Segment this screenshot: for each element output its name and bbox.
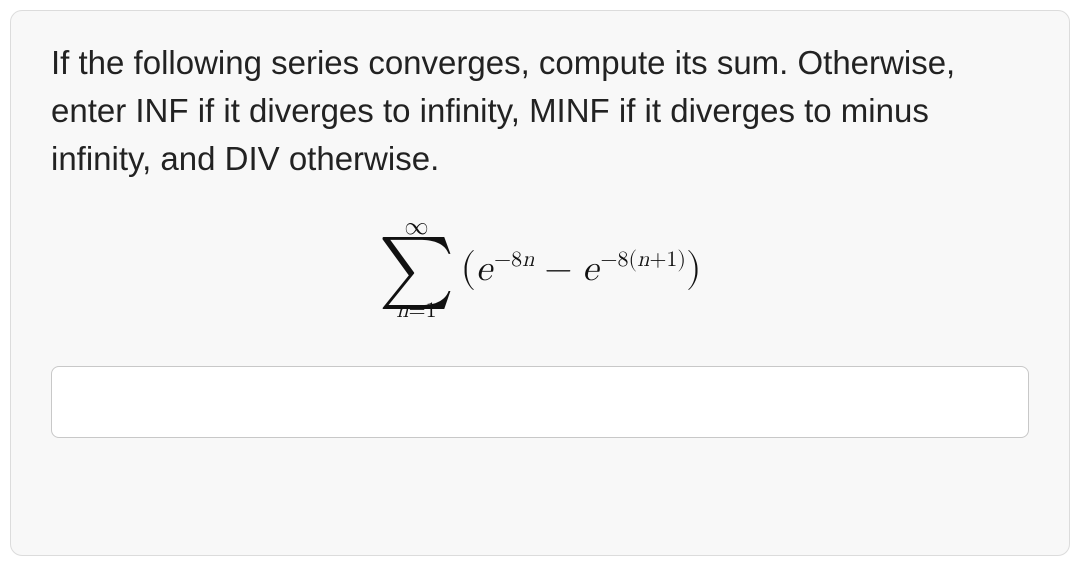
series-term: ( e −8n − e −8(n+1) ) bbox=[460, 244, 701, 292]
sigma-icon: ∑ bbox=[378, 241, 454, 299]
sigma-index-eq: = bbox=[409, 300, 426, 322]
sigma-index-var: n bbox=[396, 300, 408, 322]
sigma-block: ∞ ∑ n=1 bbox=[378, 215, 454, 323]
exp1-neg8: −8 bbox=[494, 249, 522, 271]
base-e-1: e bbox=[476, 248, 492, 291]
question-card: If the following series converges, compu… bbox=[10, 10, 1070, 556]
right-paren: ) bbox=[686, 244, 702, 292]
exp2-neg8-lparen: −8( bbox=[600, 249, 637, 271]
formula-container: ∞ ∑ n=1 ( e −8n − e −8(n+1) ) bbox=[51, 215, 1029, 323]
sigma-index-start: 1 bbox=[426, 300, 437, 322]
answer-input[interactable] bbox=[51, 366, 1029, 438]
exp2-plus1-rparen: +1) bbox=[649, 249, 686, 271]
exponent-1: −8n bbox=[494, 247, 534, 273]
exp2-n: n bbox=[637, 249, 649, 271]
minus-operator: − bbox=[544, 248, 572, 291]
sigma-lower-limit: n=1 bbox=[396, 300, 436, 322]
exponent-2: −8(n+1) bbox=[600, 247, 686, 273]
base-e-2: e bbox=[582, 248, 598, 291]
left-paren: ( bbox=[460, 244, 476, 292]
series-formula: ∞ ∑ n=1 ( e −8n − e −8(n+1) ) bbox=[378, 215, 701, 323]
exp1-n: n bbox=[522, 249, 534, 271]
question-prompt: If the following series converges, compu… bbox=[51, 39, 1029, 183]
